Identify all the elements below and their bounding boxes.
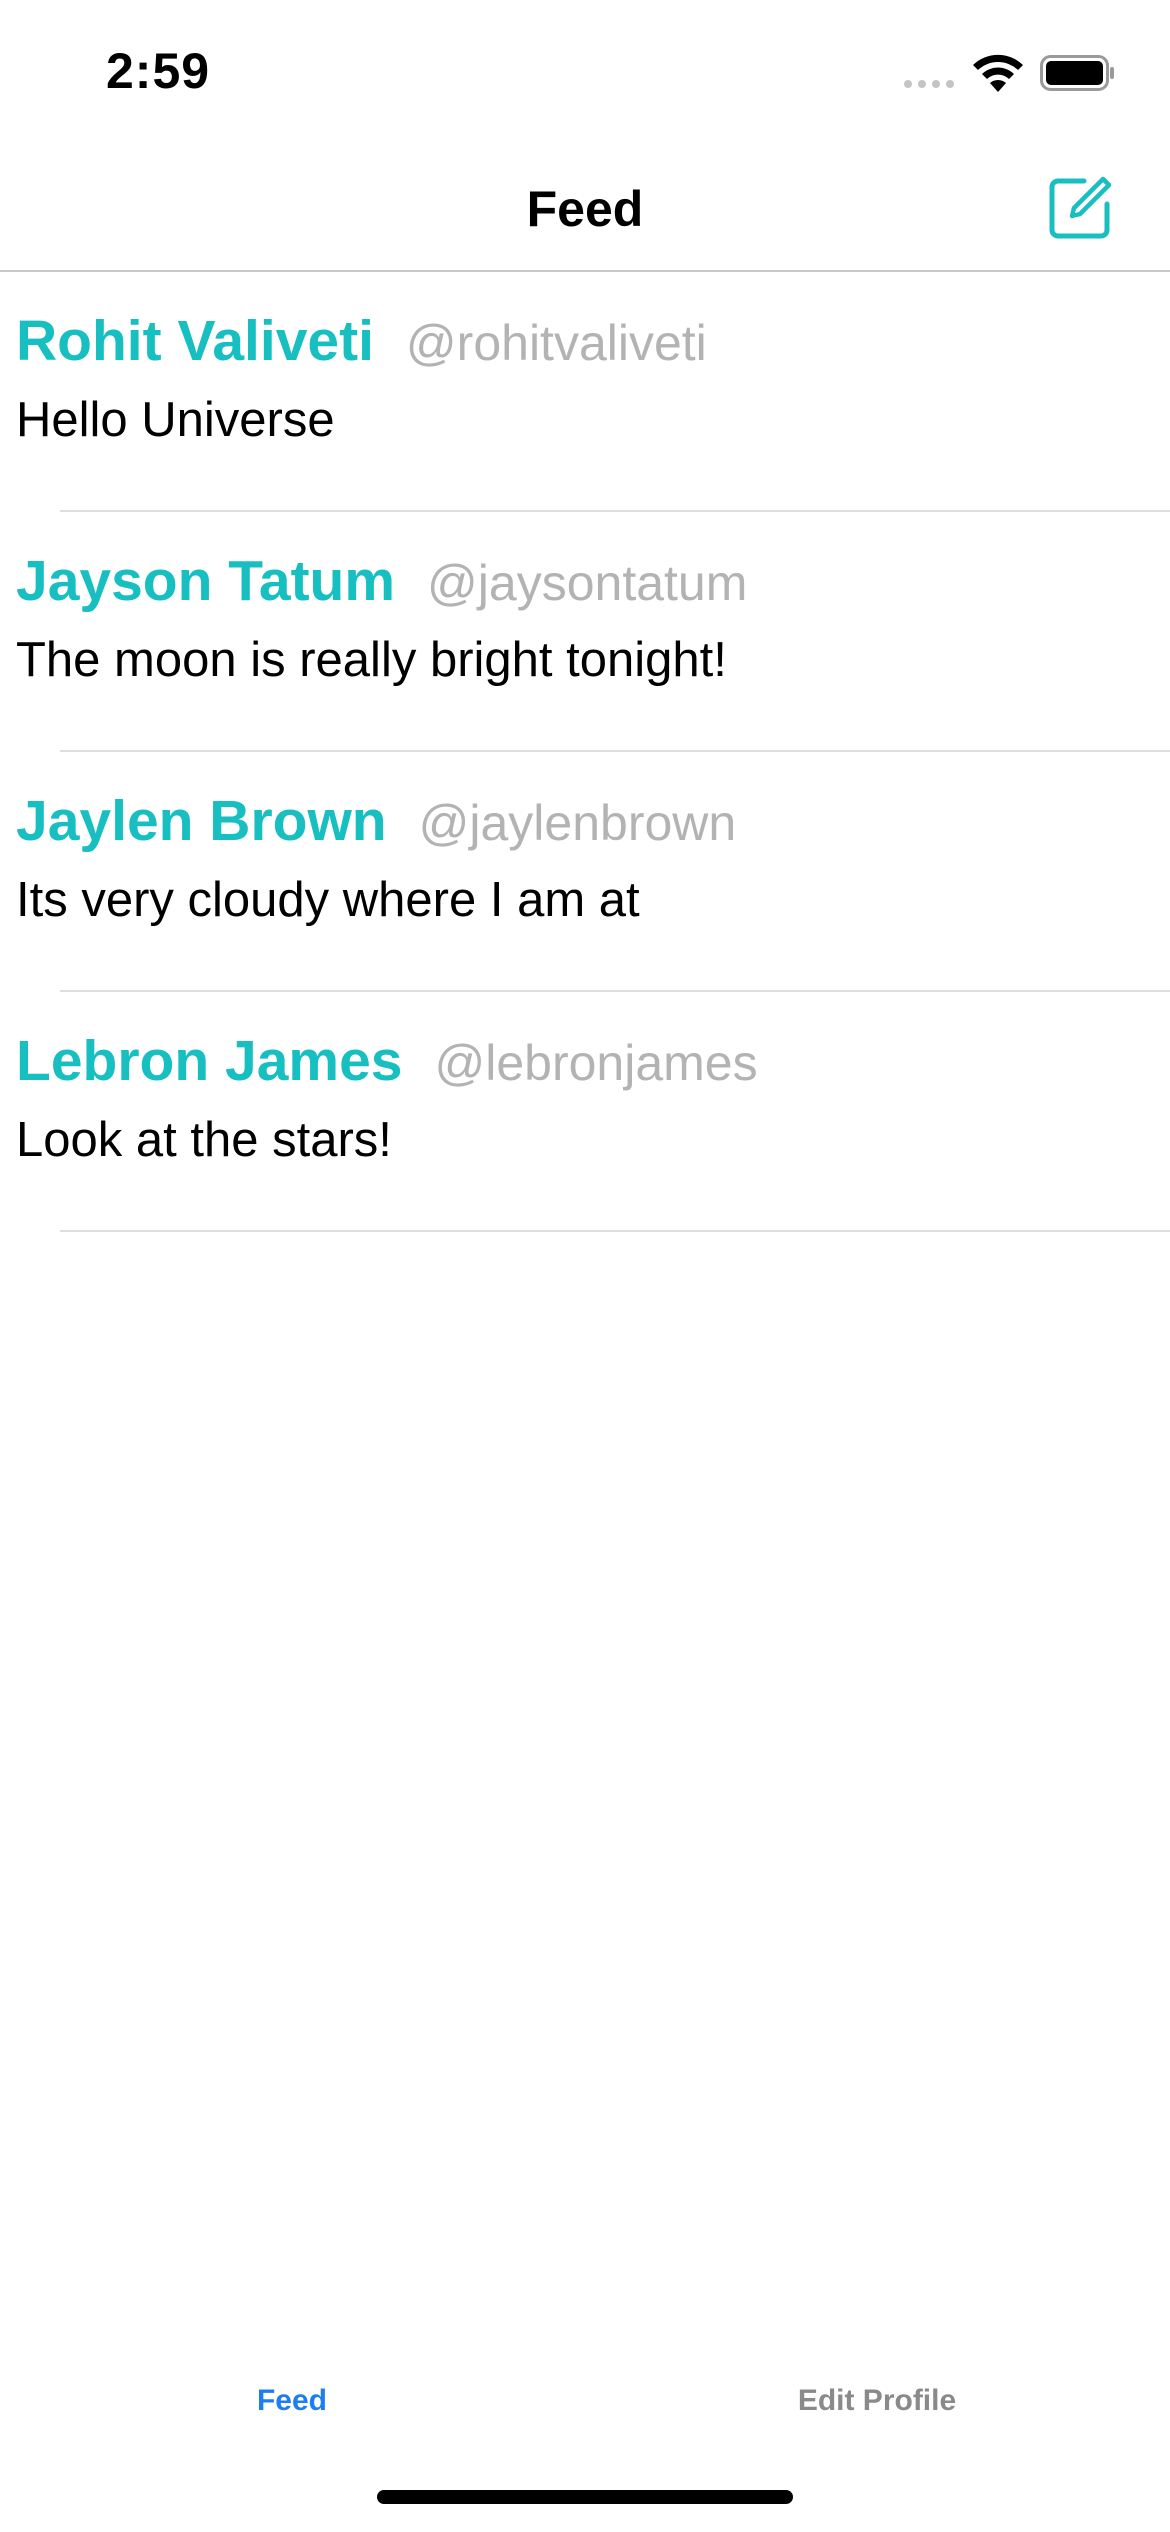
tab-feed[interactable]: Feed <box>0 2384 584 2418</box>
wifi-icon <box>973 54 1023 92</box>
row-divider <box>60 1230 1170 1232</box>
feed-row[interactable]: Lebron James @lebronjames Look at the st… <box>0 992 1170 1232</box>
status-bar: 2:59 <box>0 0 1170 140</box>
tab-bar: Feed Edit Profile <box>0 2360 1170 2450</box>
user-handle: @rohitvaliveti <box>405 315 707 371</box>
home-indicator[interactable] <box>377 2490 793 2504</box>
post-text: Hello Universe <box>16 393 335 447</box>
feed-row[interactable]: Jaylen Brown @jaylenbrown Its very cloud… <box>0 752 1170 992</box>
user-handle: @jaylenbrown <box>418 795 737 851</box>
post-text: The moon is really bright tonight! <box>16 633 727 687</box>
cellular-signal-icon <box>904 80 954 88</box>
user-handle: @lebronjames <box>434 1035 758 1091</box>
user-display-name: Rohit Valiveti <box>16 309 374 373</box>
page-title: Feed <box>526 181 644 237</box>
feed-list: Rohit Valiveti @rohitvaliveti Hello Univ… <box>0 272 1170 1232</box>
user-display-name: Jaylen Brown <box>16 789 387 853</box>
battery-icon <box>1040 55 1114 91</box>
user-display-name: Jayson Tatum <box>16 549 396 613</box>
navigation-bar: Feed <box>0 140 1170 272</box>
app-screen: 2:59 Feed Rohit Valiveti @rohitvaliveti <box>0 0 1170 2532</box>
post-text: Its very cloudy where I am at <box>16 873 640 927</box>
user-display-name: Lebron James <box>16 1029 403 1093</box>
status-time: 2:59 <box>106 43 211 99</box>
feed-row[interactable]: Rohit Valiveti @rohitvaliveti Hello Univ… <box>0 272 1170 512</box>
compose-icon[interactable] <box>1046 172 1116 242</box>
tab-edit-profile[interactable]: Edit Profile <box>584 2384 1170 2418</box>
feed-row[interactable]: Jayson Tatum @jaysontatum The moon is re… <box>0 512 1170 752</box>
user-handle: @jaysontatum <box>427 555 748 611</box>
post-text: Look at the stars! <box>16 1113 392 1167</box>
